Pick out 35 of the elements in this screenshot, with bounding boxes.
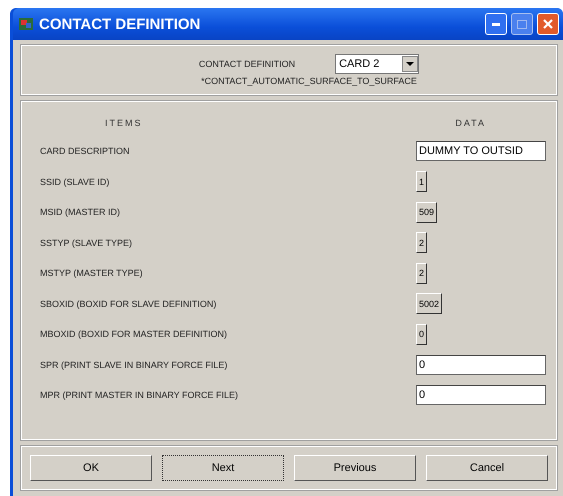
- data-field[interactable]: 0: [416, 354, 546, 375]
- dialog-button[interactable]: OK: [30, 455, 152, 481]
- app-icon: [19, 18, 33, 30]
- item-label: SSTYP (SLAVE TYPE): [40, 238, 134, 248]
- dialog-button[interactable]: Cancel: [426, 455, 548, 481]
- item-label: MSTYP (MASTER TYPE): [40, 268, 144, 278]
- close-button[interactable]: [537, 13, 559, 35]
- value-button[interactable]: 1: [416, 171, 428, 192]
- value-button[interactable]: 509: [416, 202, 438, 223]
- item-label: SPR (PRINT SLAVE IN BINARY FORCE FILE): [40, 360, 228, 370]
- item-label: SSID (SLAVE ID): [40, 176, 110, 187]
- maximize-icon: [517, 20, 527, 28]
- column-header: DATA: [455, 118, 486, 128]
- item-label: SBOXID (BOXID FOR SLAVE DEFINITION): [40, 298, 218, 309]
- dialog-button[interactable]: Next: [162, 455, 284, 481]
- contact-definition-label: CONTACT DEFINITION: [198, 59, 296, 69]
- minimize-icon: [492, 22, 500, 26]
- value-button[interactable]: 2: [416, 262, 428, 284]
- column-header: ITEMS: [105, 118, 143, 128]
- value-button[interactable]: 2: [416, 232, 428, 254]
- dialog-button[interactable]: Previous: [294, 455, 416, 481]
- window-title: CONTACT DEFINITION: [39, 16, 202, 32]
- maximize-button[interactable]: [511, 13, 533, 35]
- item-label: MPR (PRINT MASTER IN BINARY FORCE FILE): [40, 390, 240, 400]
- value-button[interactable]: 0: [416, 324, 428, 345]
- card-dropdown[interactable]: CARD 2: [335, 54, 420, 74]
- value-button[interactable]: 5002: [416, 293, 442, 314]
- item-label: MBOXID (BOXID FOR MASTER DEFINITION): [40, 329, 228, 340]
- data-field[interactable]: 0: [416, 385, 546, 406]
- data-field[interactable]: DUMMY TO OUTSID: [416, 141, 546, 162]
- close-icon: [543, 19, 553, 29]
- item-label: CARD DESCRIPTION: [40, 146, 131, 156]
- item-label: MSID (MASTER ID): [40, 207, 121, 218]
- minimize-button[interactable]: [485, 13, 507, 35]
- keyword-text: *CONTACT_AUTOMATIC_SURFACE_TO_SURFACE: [201, 76, 417, 86]
